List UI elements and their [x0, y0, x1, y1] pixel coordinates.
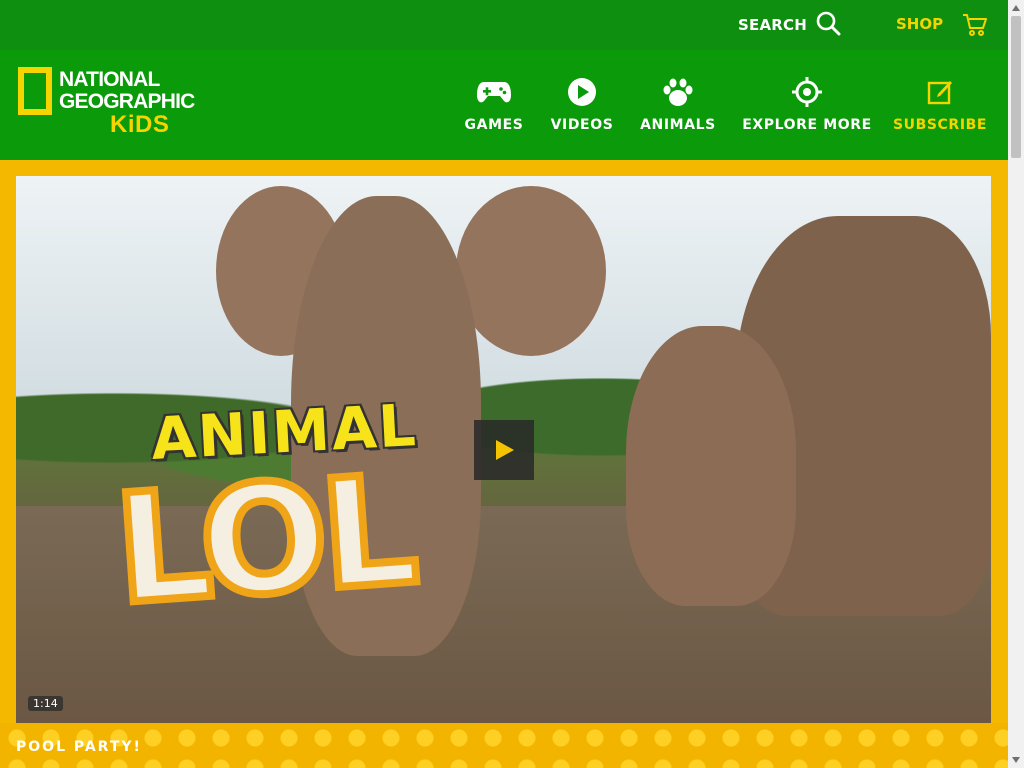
featured-video-thumbnail[interactable]: ANIMAL LOL 1:14: [16, 176, 991, 723]
cart-icon[interactable]: [961, 12, 991, 42]
scroll-up-arrow-icon[interactable]: [1008, 0, 1024, 16]
logo-text: NATIONAL GEOGRAPHIC: [59, 69, 195, 113]
main-header: NATIONAL GEOGRAPHIC KiDS GAMES VIDEOS AN…: [0, 50, 1008, 160]
gamepad-icon: [476, 76, 512, 108]
video-caption[interactable]: POOL PARTY!: [16, 739, 142, 755]
top-utility-bar: SEARCH SHOP: [0, 0, 1008, 50]
nav-label: GAMES: [464, 117, 524, 133]
play-circle-icon: [567, 76, 597, 108]
elephant-ear: [456, 186, 606, 356]
edit-icon: [926, 76, 954, 108]
nav-subscribe[interactable]: SUBSCRIBE: [892, 76, 988, 138]
paw-icon: [661, 76, 695, 108]
logo-frame: [18, 67, 52, 115]
caption-band: [0, 723, 1008, 768]
nav-videos[interactable]: VIDEOS: [551, 76, 613, 138]
nav-explore-more[interactable]: EXPLORE MORE: [742, 76, 872, 138]
nav-label: VIDEOS: [550, 117, 614, 133]
page-scrollbar[interactable]: [1008, 0, 1024, 768]
nav-label: EXPLORE MORE: [742, 117, 872, 133]
nav-animals[interactable]: ANIMALS: [640, 76, 716, 138]
play-icon: [496, 440, 514, 460]
search-icon: [815, 10, 841, 40]
video-duration: 1:14: [28, 696, 63, 711]
logo-line-national: NATIONAL: [59, 68, 160, 91]
nav-label: ANIMALS: [640, 117, 716, 133]
logo-line-kids: KiDS: [110, 111, 170, 138]
natgeo-kids-logo[interactable]: NATIONAL GEOGRAPHIC KiDS: [18, 67, 195, 139]
logo-line-geographic: GEOGRAPHIC: [59, 90, 195, 113]
nav-label: SUBSCRIBE: [892, 117, 988, 133]
play-button[interactable]: [474, 420, 534, 480]
target-icon: [792, 76, 822, 108]
video-title-lol: LOL: [106, 440, 421, 642]
shop-link[interactable]: SHOP: [896, 15, 943, 33]
elephant-calf: [626, 326, 796, 606]
nav-games[interactable]: GAMES: [464, 76, 524, 138]
scrollbar-thumb[interactable]: [1011, 16, 1021, 158]
search-button[interactable]: SEARCH: [738, 10, 841, 40]
scroll-down-arrow-icon[interactable]: [1008, 752, 1024, 768]
search-label: SEARCH: [738, 16, 807, 34]
